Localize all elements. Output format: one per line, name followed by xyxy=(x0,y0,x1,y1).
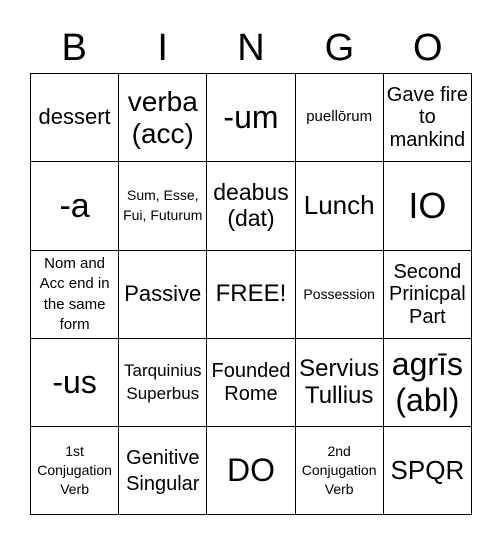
bingo-header: B I N G O xyxy=(30,26,472,70)
bingo-cell[interactable]: Genitive Singular xyxy=(118,426,208,515)
bingo-cell[interactable]: IO xyxy=(382,161,473,251)
bingo-cell[interactable]: Founded Rome xyxy=(206,338,296,427)
bingo-cell[interactable]: verba (acc) xyxy=(118,73,208,162)
bingo-cell[interactable]: Nom and Acc end in the same form xyxy=(29,250,120,339)
bingo-cell[interactable]: -a xyxy=(29,161,120,251)
bingo-cell[interactable]: -um xyxy=(206,73,296,162)
bingo-cell[interactable]: Sum, Esse, Fui, Futurum xyxy=(118,161,208,251)
bingo-cell[interactable]: Gave fire to mankind xyxy=(382,73,473,162)
bingo-cell[interactable]: -us xyxy=(29,338,120,427)
header-letter-g: G xyxy=(324,27,355,69)
bingo-cell[interactable]: Tarquinius Superbus xyxy=(118,338,208,427)
header-letter-i: I xyxy=(157,27,168,69)
bingo-cell[interactable]: Possession xyxy=(294,250,384,339)
bingo-cell[interactable]: Second Prinicpal Part xyxy=(382,250,473,339)
bingo-grid: dessert verba (acc) -um puellōrum Gave f… xyxy=(29,73,473,515)
bingo-cell[interactable]: DO xyxy=(206,426,296,515)
header-letter-b: B xyxy=(61,27,87,69)
bingo-cell[interactable]: puellōrum xyxy=(294,73,384,162)
bingo-cell[interactable]: Lunch xyxy=(294,161,384,251)
bingo-cell[interactable]: agrīs (abl) xyxy=(382,338,473,427)
bingo-cell[interactable]: Servius Tullius xyxy=(294,338,384,427)
bingo-cell[interactable]: Passive xyxy=(118,250,208,339)
bingo-cell[interactable]: FREE! xyxy=(206,250,296,339)
header-letter-o: O xyxy=(413,27,443,69)
bingo-cell[interactable]: 1st Conjugation Verb xyxy=(29,426,120,515)
bingo-cell[interactable]: deabus (dat) xyxy=(206,161,296,251)
header-letter-n: N xyxy=(237,27,265,69)
bingo-cell[interactable]: 2nd Conjugation Verb xyxy=(294,426,384,515)
bingo-cell[interactable]: dessert xyxy=(29,73,120,162)
bingo-cell[interactable]: SPQR xyxy=(382,426,473,515)
